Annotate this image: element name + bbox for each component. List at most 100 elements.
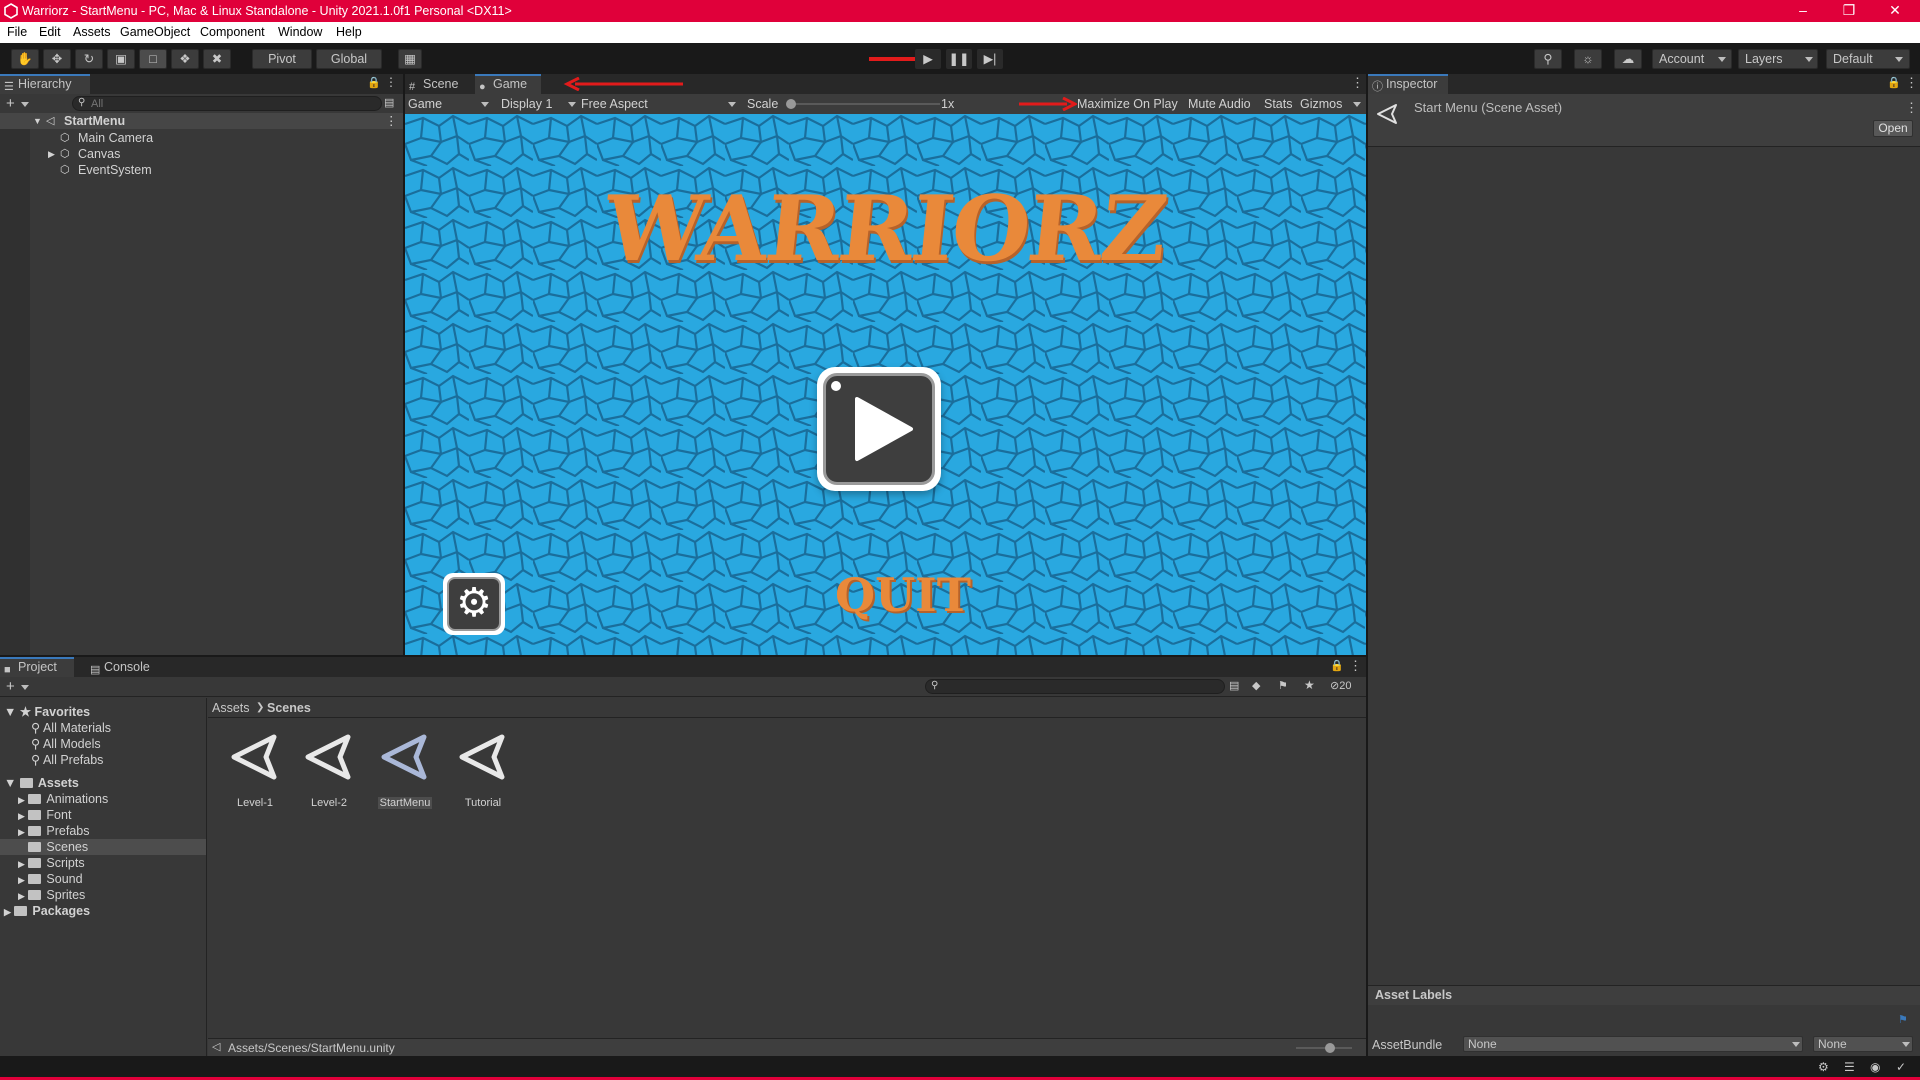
scale-tool-icon[interactable]: ▣: [107, 49, 135, 69]
move-tool-icon[interactable]: ✥: [43, 49, 71, 69]
favorite-item[interactable]: ⚲ All Prefabs: [31, 752, 103, 768]
type-filter-icon[interactable]: ◆: [1252, 679, 1260, 692]
maximize-on-play-toggle[interactable]: Maximize On Play: [1077, 97, 1178, 111]
menu-component[interactable]: Component: [200, 25, 265, 39]
scene-asset-tile[interactable]: Level-1: [220, 730, 290, 809]
tab-project[interactable]: ■ Project: [0, 657, 74, 677]
splitter[interactable]: [0, 655, 1366, 657]
assets-section[interactable]: ▼ Assets: [4, 775, 79, 791]
kebab-menu-icon[interactable]: ⋮: [385, 75, 397, 89]
assetbundle-variant-dropdown[interactable]: None: [1813, 1036, 1913, 1052]
favorite-star-icon[interactable]: ★: [1304, 678, 1315, 692]
hand-tool-icon[interactable]: ✋: [11, 49, 39, 69]
transform-tool-icon[interactable]: ❖: [171, 49, 199, 69]
grid-snap-icon[interactable]: ▦: [398, 49, 422, 69]
folder-item[interactable]: ▶ Prefabs: [18, 823, 90, 839]
kebab-menu-icon[interactable]: ⋮: [1905, 100, 1918, 116]
label-filter-icon[interactable]: ⚑: [1278, 679, 1288, 692]
rect-tool-icon[interactable]: □: [139, 49, 167, 69]
packages-section[interactable]: ▶ Packages: [4, 903, 90, 919]
game-canvas[interactable]: WARRIORZ ⚙ QUIT: [405, 114, 1366, 655]
scene-asset-tile-selected[interactable]: StartMenu: [370, 730, 440, 809]
label-tag-icon[interactable]: ⚑: [1898, 1013, 1908, 1026]
menu-window[interactable]: Window: [278, 25, 322, 39]
pause-button[interactable]: ❚❚: [946, 49, 972, 69]
network-icon[interactable]: ◉: [1870, 1060, 1880, 1074]
folder-item[interactable]: ▶ Font: [18, 807, 71, 823]
collab-icon[interactable]: ☼: [1574, 49, 1602, 69]
icon-size-slider[interactable]: [1296, 1047, 1352, 1049]
folder-item[interactable]: ▶ Sprites: [18, 887, 85, 903]
scale-slider-handle[interactable]: [786, 99, 796, 109]
tab-inspector[interactable]: ⓘ Inspector: [1368, 74, 1448, 94]
search-filter-icon[interactable]: ▤: [1229, 679, 1239, 692]
tab-scene[interactable]: # Scene: [405, 74, 475, 94]
custom-tool-icon[interactable]: ✖: [203, 49, 231, 69]
cloud-icon[interactable]: ☁: [1614, 49, 1642, 69]
play-game-button[interactable]: [817, 367, 941, 491]
menu-help[interactable]: Help: [336, 25, 362, 39]
aspect-dropdown[interactable]: Free Aspect: [581, 94, 737, 114]
splitter[interactable]: [403, 74, 405, 655]
expand-icon[interactable]: ▼: [33, 113, 42, 129]
scene-filter-icon[interactable]: ▤: [384, 96, 394, 109]
scene-asset-tile[interactable]: Level-2: [294, 730, 364, 809]
hierarchy-search-input[interactable]: [72, 96, 382, 111]
step-button[interactable]: ▶|: [977, 49, 1003, 69]
hierarchy-item[interactable]: ⬡ Main Camera: [0, 130, 403, 146]
search-icon[interactable]: ⚲: [1534, 49, 1562, 69]
menu-gameobject[interactable]: GameObject: [120, 25, 190, 39]
mute-audio-toggle[interactable]: Mute Audio: [1188, 97, 1251, 111]
folder-item[interactable]: ▶ Sound: [18, 871, 83, 887]
assetbundle-dropdown[interactable]: None: [1463, 1036, 1803, 1052]
restore-icon[interactable]: ❐: [1826, 0, 1872, 22]
folder-item[interactable]: ▶ Animations: [18, 791, 108, 807]
folder-item-selected[interactable]: ▶ Scenes: [0, 839, 206, 855]
lock-icon[interactable]: 🔒: [1887, 76, 1901, 89]
hierarchy-item[interactable]: ⬡ EventSystem: [0, 162, 403, 178]
scene-menu-icon[interactable]: ⋮: [385, 113, 398, 129]
splitter[interactable]: [1366, 74, 1368, 1056]
pivot-toggle[interactable]: Pivot: [252, 49, 312, 69]
minimize-icon[interactable]: –: [1780, 0, 1826, 22]
project-search-input[interactable]: [925, 679, 1225, 694]
icon-size-slider-handle[interactable]: [1325, 1043, 1335, 1053]
menu-edit[interactable]: Edit: [39, 25, 61, 39]
kebab-menu-icon[interactable]: ⋮: [1351, 75, 1364, 91]
hidden-count[interactable]: ⊘20: [1330, 679, 1351, 692]
global-toggle[interactable]: Global: [316, 49, 382, 69]
hierarchy-item[interactable]: ▶ ⬡ Canvas: [0, 146, 403, 162]
scene-asset-tile[interactable]: Tutorial: [448, 730, 518, 809]
favorite-item[interactable]: ⚲ All Materials: [31, 720, 111, 736]
close-icon[interactable]: ✕: [1872, 0, 1918, 22]
breadcrumb-assets[interactable]: Assets: [212, 698, 250, 718]
gizmos-toggle[interactable]: Gizmos: [1300, 97, 1342, 111]
tab-console[interactable]: ▤ Console: [86, 657, 160, 677]
menu-file[interactable]: File: [7, 25, 27, 39]
quit-button[interactable]: QUIT: [835, 568, 971, 622]
tab-game[interactable]: ● Game: [475, 74, 541, 94]
lock-icon[interactable]: 🔒: [1330, 659, 1344, 672]
breadcrumb-scenes[interactable]: Scenes: [267, 698, 311, 718]
folder-item[interactable]: ▶ Scripts: [18, 855, 85, 871]
bug-icon[interactable]: ⚙: [1818, 1060, 1829, 1074]
lock-icon[interactable]: 🔒: [367, 76, 381, 89]
stats-toggle[interactable]: Stats: [1264, 97, 1293, 111]
collapse-icon[interactable]: ▶: [48, 146, 55, 162]
scale-slider[interactable]: [790, 103, 940, 105]
favorite-item[interactable]: ⚲ All Models: [31, 736, 101, 752]
favorites-section[interactable]: ▼ ★ Favorites: [4, 704, 90, 720]
game-mode-dropdown[interactable]: Game: [405, 94, 493, 114]
collab-status-icon[interactable]: ☰: [1844, 1060, 1855, 1074]
add-icon[interactable]: +: [6, 678, 15, 695]
kebab-menu-icon[interactable]: ⋮: [1349, 658, 1362, 674]
tab-hierarchy[interactable]: ☰ Hierarchy: [0, 74, 90, 94]
kebab-menu-icon[interactable]: ⋮: [1905, 75, 1918, 91]
rotate-tool-icon[interactable]: ↻: [75, 49, 103, 69]
settings-button[interactable]: ⚙: [443, 573, 505, 635]
hierarchy-scene-row[interactable]: ▼ ◁ StartMenu ⋮: [0, 113, 403, 129]
open-button[interactable]: Open: [1873, 120, 1913, 137]
play-button[interactable]: ▶: [915, 49, 941, 69]
display-dropdown[interactable]: Display 1: [501, 94, 577, 114]
add-icon[interactable]: +: [6, 95, 15, 112]
